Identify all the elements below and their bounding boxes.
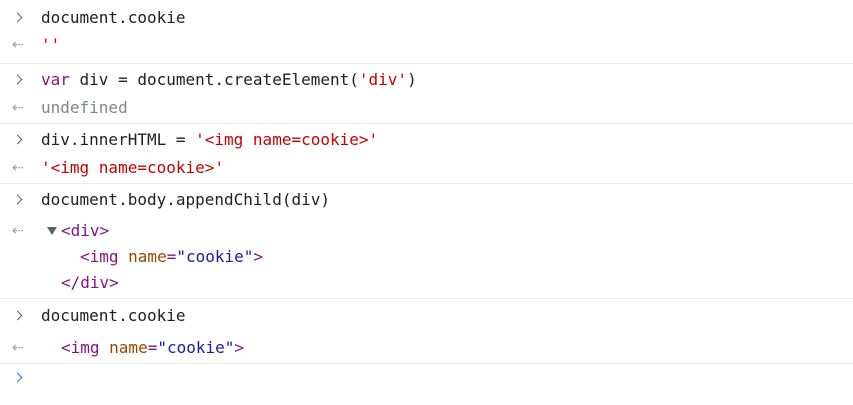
tag-token: <img xyxy=(61,338,100,357)
dom-open-tag[interactable]: <div> xyxy=(61,219,109,243)
dom-element[interactable]: <img name="cookie"> xyxy=(61,336,244,360)
return-arrow-icon: ⇠ xyxy=(12,340,24,356)
console-input-line[interactable]: document.cookie xyxy=(0,6,853,30)
attr-name-token: name xyxy=(99,338,148,357)
tag-token: > xyxy=(234,338,245,357)
console-entry: div.innerHTML = '<img name=cookie>' ⇠ '<… xyxy=(0,124,853,183)
console-output-line[interactable]: ⇠ <img name="cookie"> xyxy=(0,336,853,360)
chevron-right-icon xyxy=(12,6,28,30)
return-arrow-icon: ⇠ xyxy=(12,37,24,53)
chevron-right-icon xyxy=(12,68,28,92)
chevron-right-icon xyxy=(12,304,28,328)
eq-token: = xyxy=(147,338,158,357)
return-arrow-icon: ⇠ xyxy=(12,100,24,116)
attr-value-token: "cookie" xyxy=(176,247,254,266)
keyword-token: var xyxy=(41,70,70,89)
console-input-line[interactable]: var div = document.createElement('div') xyxy=(0,68,853,92)
dom-tree-close-line[interactable]: </div> xyxy=(0,271,853,295)
return-arrow-icon: ⇠ xyxy=(12,160,24,176)
console-prompt-line[interactable] xyxy=(0,366,853,390)
attr-value-token: "cookie" xyxy=(157,338,235,357)
output-value: undefined xyxy=(41,98,128,117)
output-value: '' xyxy=(41,35,61,54)
chevron-right-icon xyxy=(12,128,28,152)
console-output-line: ⇠ undefined xyxy=(0,96,853,120)
dom-tree-open-line[interactable]: ⇠ <div> xyxy=(0,219,853,243)
input-code: document.cookie xyxy=(41,8,186,27)
console-input-line[interactable]: document.body.appendChild(div) xyxy=(0,188,853,212)
string-token: '<img name=cookie>' xyxy=(195,130,379,149)
console-input-line[interactable]: document.cookie xyxy=(0,304,853,328)
chevron-right-icon xyxy=(12,188,28,212)
console-entry: var div = document.createElement('div') … xyxy=(0,64,853,123)
console-input-line[interactable]: div.innerHTML = '<img name=cookie>' xyxy=(0,128,853,152)
input-code: div.innerHTML = '<img name=cookie>' xyxy=(41,128,378,152)
console-entry: document.cookie ⇠ <img name="cookie"> xyxy=(0,299,853,363)
input-code: var div = document.createElement('div') xyxy=(41,68,417,92)
string-token: 'div' xyxy=(358,70,408,89)
input-code: document.cookie xyxy=(41,306,186,325)
attr-name-token: name xyxy=(118,247,167,266)
output-value: '<img name=cookie>' xyxy=(41,158,225,177)
console-entry: document.cookie ⇠ '' xyxy=(0,0,853,63)
console-panel: document.cookie ⇠ '' var div = document.… xyxy=(0,0,853,405)
entry-separator xyxy=(0,363,853,364)
triangle-down-icon[interactable] xyxy=(47,227,57,235)
return-arrow-icon: ⇠ xyxy=(12,223,24,239)
dom-tree-child-line[interactable]: <img name="cookie"> xyxy=(0,245,853,269)
console-entry: document.body.appendChild(div) ⇠ <div> <… xyxy=(0,184,853,298)
dom-close-tag[interactable]: </div> xyxy=(61,271,119,295)
console-input[interactable] xyxy=(41,366,841,390)
code-token: div.innerHTML = xyxy=(41,130,196,149)
tag-token: <img xyxy=(80,247,119,266)
chevron-right-icon xyxy=(12,366,28,390)
code-token: ) xyxy=(407,70,417,89)
input-code: document.body.appendChild(div) xyxy=(41,190,330,209)
code-token: div = document.createElement( xyxy=(69,70,359,89)
tag-token: > xyxy=(253,247,264,266)
console-output-line: ⇠ '' xyxy=(0,33,853,57)
eq-token: = xyxy=(166,247,177,266)
dom-child-element[interactable]: <img name="cookie"> xyxy=(80,245,263,269)
console-output-line: ⇠ '<img name=cookie>' xyxy=(0,156,853,180)
